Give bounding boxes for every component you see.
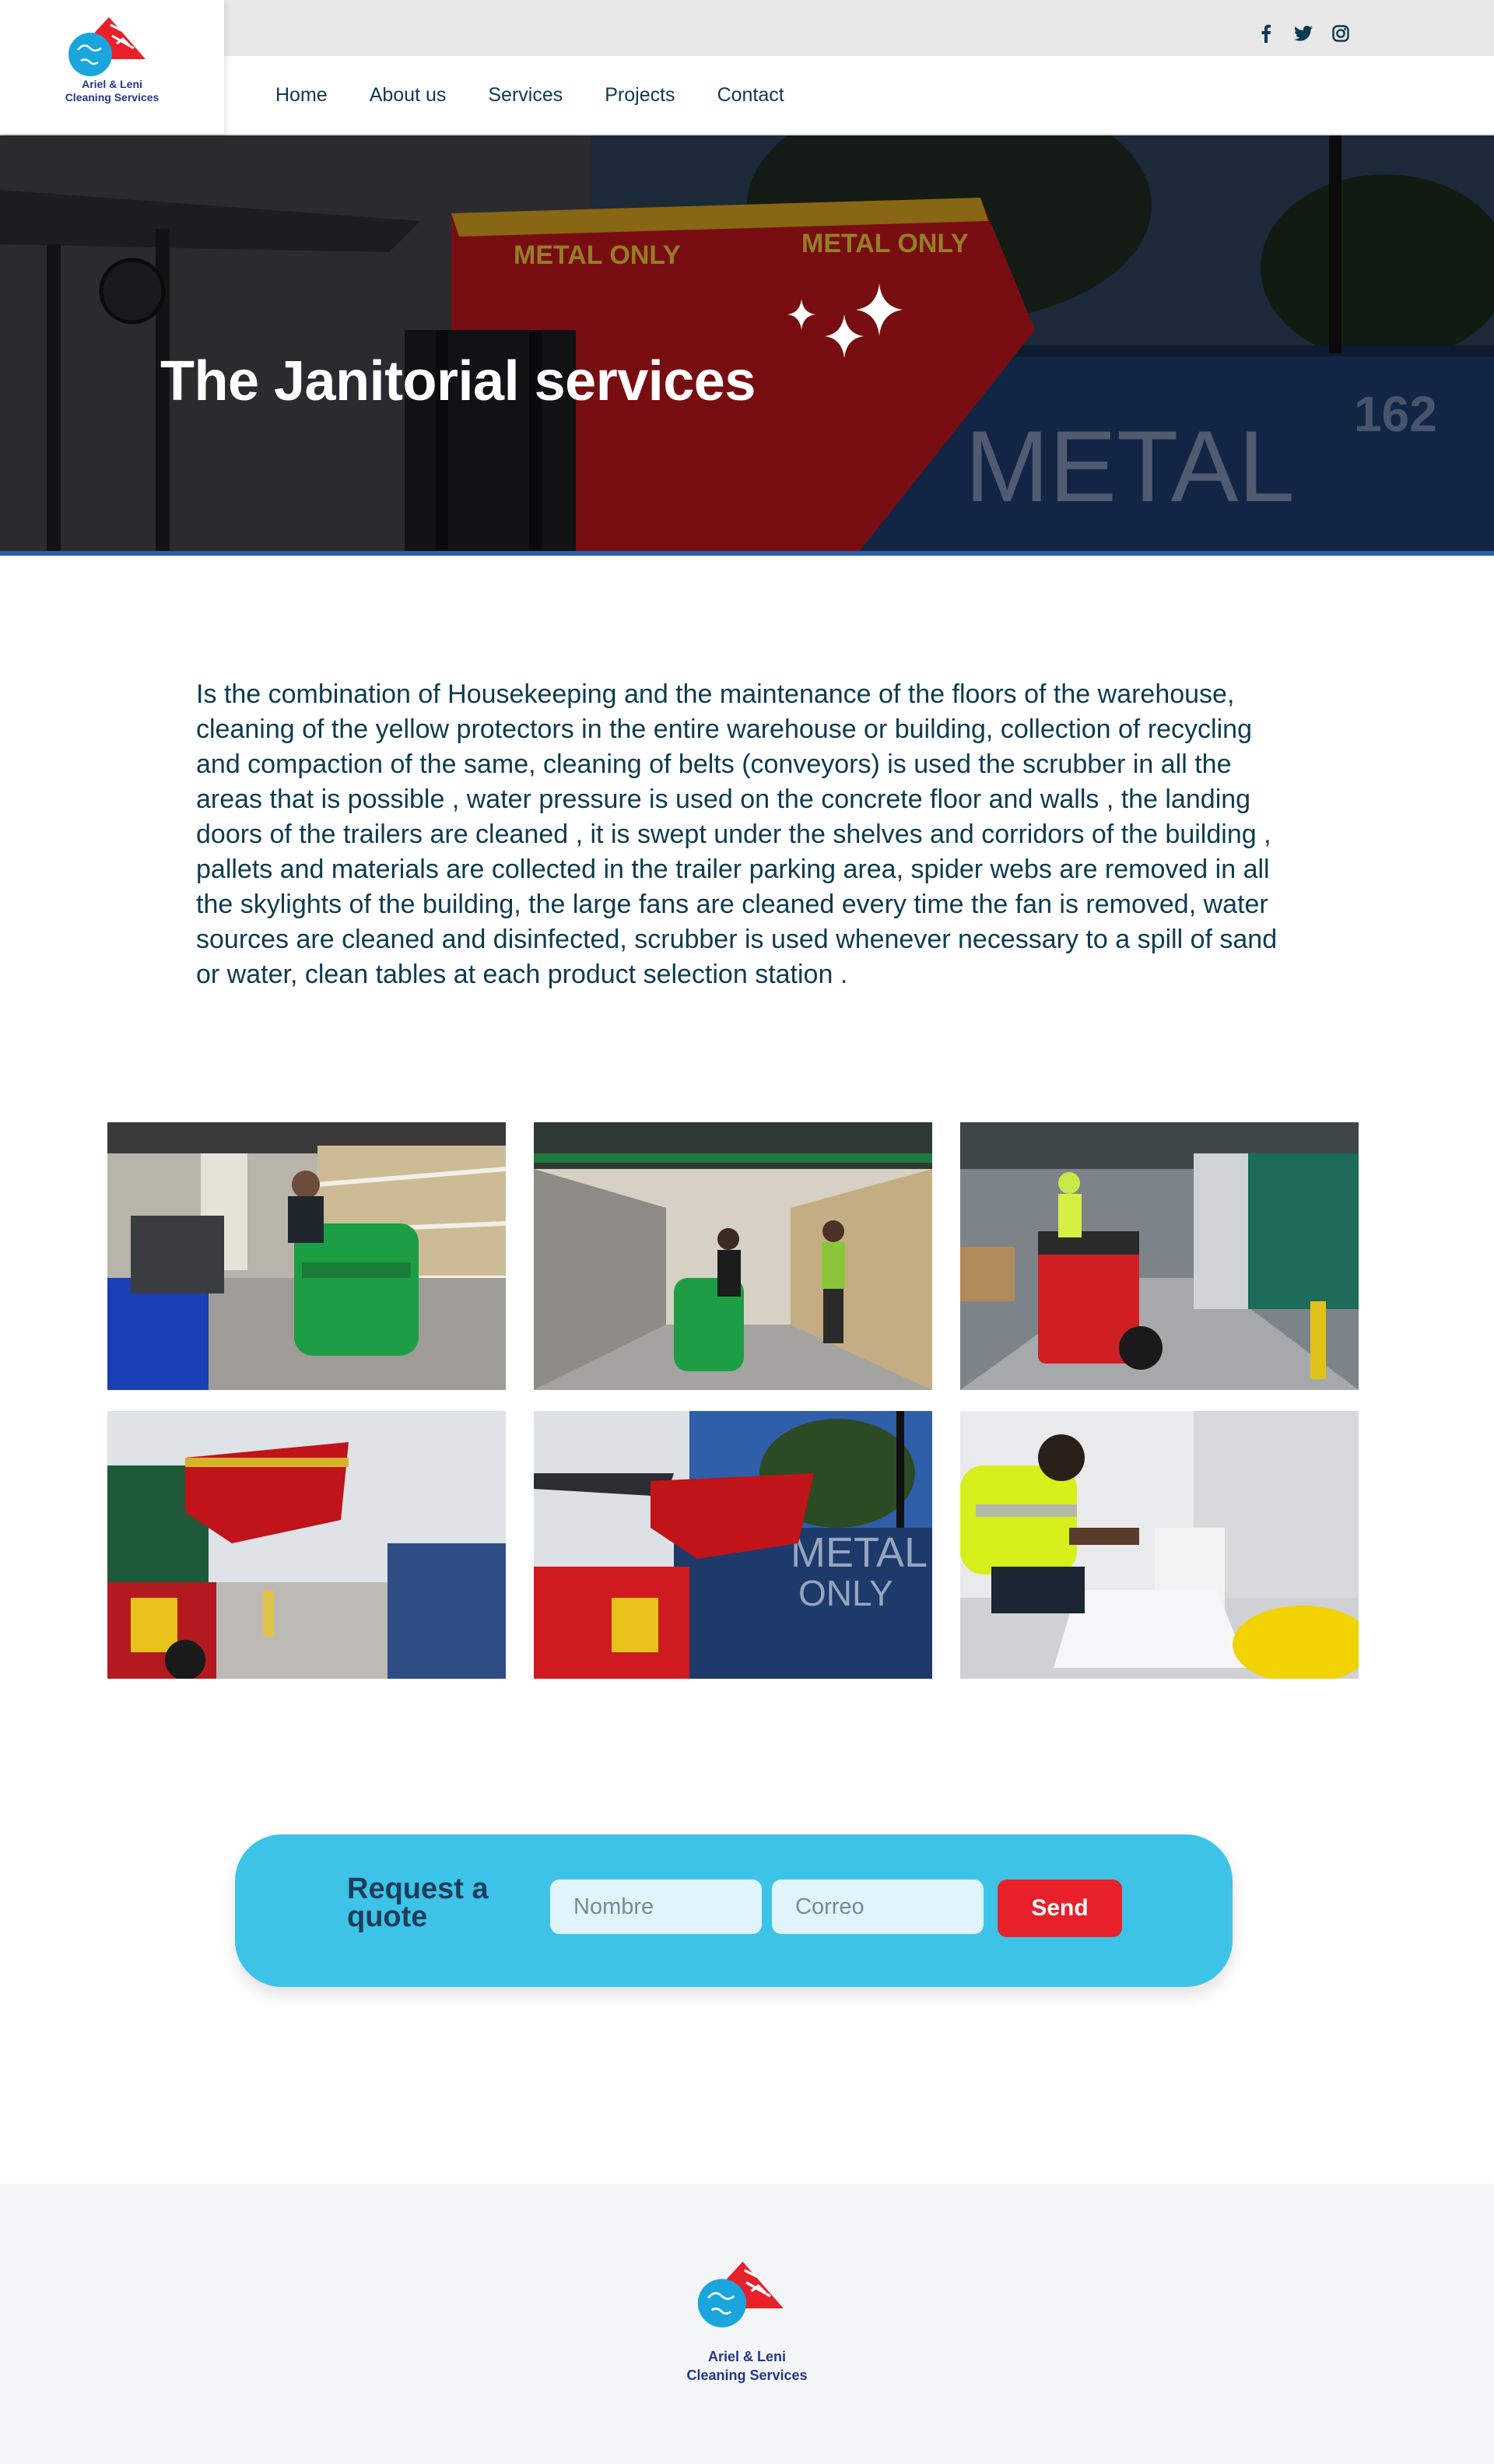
photo-gallery: METAL ONLY bbox=[107, 1122, 1360, 1679]
footer: Ariel & Leni Cleaning Services bbox=[0, 2184, 1494, 2464]
gallery-photo-scrubber-aisle[interactable] bbox=[107, 1122, 506, 1390]
hero-title: The Janitorial services bbox=[160, 350, 756, 412]
nav-menu: Home About us Services Projects Contact bbox=[275, 84, 826, 107]
top-bar bbox=[0, 0, 1494, 56]
nav-item-projects[interactable]: Projects bbox=[605, 84, 675, 107]
header-logo[interactable]: Ariel & Leni Cleaning Services bbox=[0, 0, 224, 134]
footer-logo-line-2: Cleaning Services bbox=[686, 2367, 808, 2383]
quote-title: Request a quote bbox=[347, 1873, 489, 1933]
logo-line-1: Ariel & Leni bbox=[82, 78, 142, 90]
logo-mark-icon bbox=[68, 17, 146, 76]
nav-item-services[interactable]: Services bbox=[488, 84, 563, 107]
gallery-photo-floor-machine[interactable] bbox=[960, 1122, 1359, 1390]
request-quote-form: Request a quote Send bbox=[235, 1834, 1233, 1987]
gallery-photo-forklift-wall[interactable] bbox=[107, 1411, 506, 1679]
svg-text:METAL: METAL bbox=[791, 1529, 928, 1576]
logo-mark-icon bbox=[697, 2262, 784, 2328]
gallery-photo-worker-cleaning[interactable] bbox=[960, 1411, 1359, 1679]
name-input[interactable] bbox=[550, 1880, 762, 1934]
gallery-photo-workers-aisle[interactable] bbox=[534, 1122, 932, 1390]
email-input[interactable] bbox=[772, 1880, 984, 1934]
instagram-icon[interactable] bbox=[1331, 23, 1351, 44]
hero-divider bbox=[0, 551, 1494, 556]
send-button[interactable]: Send bbox=[998, 1880, 1122, 1937]
logo-line-2: Cleaning Services bbox=[65, 91, 160, 104]
nav-item-home[interactable]: Home bbox=[275, 84, 328, 107]
service-description: Is the combination of Housekeeping and t… bbox=[196, 679, 1278, 989]
nav-item-about-us[interactable]: About us bbox=[370, 84, 447, 107]
main-navigation: Home About us Services Projects Contact bbox=[0, 56, 1494, 135]
footer-logo[interactable]: Ariel & Leni Cleaning Services bbox=[669, 2262, 825, 2402]
gallery-photo-metal-dumpster[interactable]: METAL ONLY bbox=[534, 1411, 932, 1679]
nav-item-contact[interactable]: Contact bbox=[717, 84, 784, 107]
twitter-icon[interactable] bbox=[1293, 23, 1313, 44]
footer-logo-line-1: Ariel & Leni bbox=[707, 2349, 787, 2364]
svg-text:ONLY: ONLY bbox=[798, 1573, 893, 1613]
facebook-icon[interactable] bbox=[1256, 23, 1276, 44]
social-links bbox=[1256, 23, 1351, 47]
hero-photo: 162 METAL METAL ONLY METAL ONLY bbox=[0, 135, 1494, 556]
hero-banner: 162 METAL METAL ONLY METAL ONLY The Jani… bbox=[0, 135, 1494, 556]
